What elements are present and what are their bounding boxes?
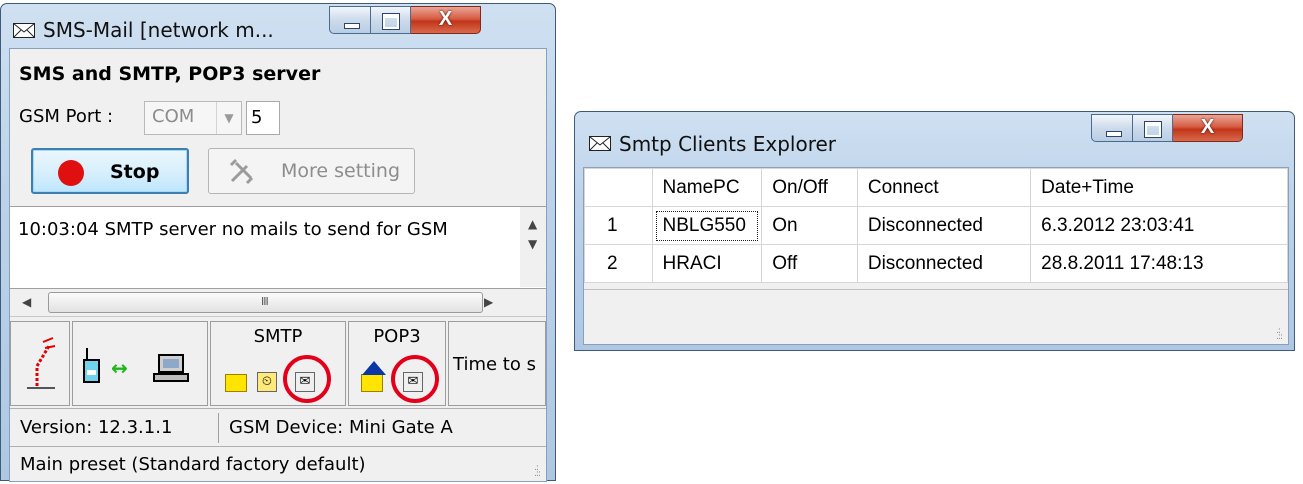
table-header-row: NamePC On/Off Connect Date+Time	[584, 168, 1288, 207]
scroll-up-icon[interactable]: ▲	[528, 217, 537, 231]
horizontal-scrollbar[interactable]: ◀ III ▶	[10, 289, 546, 317]
minimize-button[interactable]	[1091, 114, 1133, 142]
log-box[interactable]: 10:03:04 SMTP server no mails to send fo…	[10, 206, 546, 289]
gsm-port-label: GSM Port :	[19, 106, 114, 127]
red-circle-highlight	[283, 355, 331, 403]
link-arrows-icon: ↔	[111, 356, 128, 380]
more-setting-label: More setting	[281, 160, 401, 182]
maximize-button[interactable]	[371, 6, 411, 34]
cell-namepc[interactable]: HRACI	[651, 244, 763, 283]
close-button[interactable]: X	[411, 6, 481, 34]
close-icon: X	[1200, 116, 1215, 138]
main-panel: SMS and SMTP, POP3 server GSM Port : COM…	[9, 48, 547, 482]
folder-icon	[225, 374, 247, 392]
port-type-select[interactable]: COM ▼	[144, 101, 242, 135]
sms-mail-window: SMS-Mail [network m... X SMS and SMTP, P…	[0, 3, 556, 482]
cell-namepc[interactable]: NBLG550	[651, 206, 763, 245]
cell-datetime[interactable]: 6.3.2012 23:03:41	[1030, 206, 1288, 245]
scroll-down-icon[interactable]: ▼	[528, 237, 537, 251]
stop-button[interactable]: Stop	[31, 148, 189, 194]
scroll-left-icon[interactable]: ◀	[22, 295, 31, 309]
cell-connect[interactable]: Disconnected	[856, 244, 1032, 283]
server-heading: SMS and SMTP, POP3 server	[19, 63, 321, 85]
antenna-icon	[27, 337, 56, 389]
status-bar-preset: Main preset (Standard factory default) .…	[10, 446, 546, 481]
window-title: SMS-Mail [network m...	[43, 18, 274, 42]
row-index[interactable]: 2	[584, 244, 653, 283]
time-to-send-label: Time to s	[453, 354, 536, 375]
scroll-thumb[interactable]: III	[48, 292, 483, 313]
corner-cell	[584, 168, 653, 207]
size-grip-icon[interactable]: .:.::	[534, 464, 541, 479]
port-type-value: COM	[152, 106, 195, 127]
gsm-device-label: GSM Device: Mini Gate A	[229, 417, 453, 438]
column-header-datetime[interactable]: Date+Time	[1030, 168, 1288, 207]
smtp-panel: SMTP ⏲ ✉	[210, 321, 346, 406]
computer-icon	[153, 354, 189, 382]
folder-icon	[361, 374, 383, 392]
signal-panel	[10, 321, 70, 406]
port-number-field[interactable]: 5	[246, 101, 280, 135]
row-index[interactable]: 1	[584, 206, 653, 245]
status-separator	[218, 413, 219, 443]
pop3-panel-title: POP3	[373, 326, 421, 347]
clock-icon: ⏲	[257, 372, 277, 392]
clients-grid-panel: NamePC On/Off Connect Date+Time 1 NBLG55…	[583, 167, 1289, 345]
log-line: 10:03:04 SMTP server no mails to send fo…	[18, 219, 448, 240]
red-circle-highlight	[391, 355, 439, 403]
title-bar[interactable]: SMS-Mail [network m... X	[1, 4, 555, 50]
time-panel: Time to s	[448, 321, 546, 406]
smtp-clients-window: Smtp Clients Explorer X NamePC On/Off Co…	[574, 111, 1295, 351]
preset-label: Main preset (Standard factory default)	[20, 454, 366, 475]
chevron-down-icon: ▼	[216, 102, 241, 134]
close-button[interactable]: X	[1173, 114, 1243, 142]
cell-onoff[interactable]: On	[761, 206, 858, 245]
smtp-panel-title: SMTP	[253, 326, 303, 347]
table-row[interactable]: 2 HRACI Off Disconnected 28.8.2011 17:48…	[584, 244, 1288, 283]
close-icon: X	[438, 8, 453, 30]
phone-icon	[83, 348, 100, 383]
connection-panel: ↔	[72, 321, 208, 406]
column-header-namepc[interactable]: NamePC	[651, 168, 763, 207]
envelope-icon	[13, 23, 35, 38]
minimize-button[interactable]	[329, 6, 371, 34]
tools-icon	[229, 158, 254, 185]
pop3-panel: POP3 ✉	[348, 321, 446, 406]
grid-divider	[584, 289, 1288, 290]
more-setting-button[interactable]: More setting	[208, 148, 415, 194]
cell-connect[interactable]: Disconnected	[856, 206, 1032, 245]
size-grip-icon[interactable]: .:.::	[1276, 327, 1283, 342]
window-title: Smtp Clients Explorer	[619, 132, 837, 156]
maximize-button[interactable]	[1133, 114, 1173, 142]
table-row[interactable]: 1 NBLG550 On Disconnected 6.3.2012 23:03…	[584, 206, 1288, 245]
scroll-grip: III	[261, 295, 269, 308]
stop-button-label: Stop	[110, 161, 160, 183]
cell-datetime[interactable]: 28.8.2011 17:48:13	[1030, 244, 1288, 283]
version-label: Version: 12.3.1.1	[20, 417, 173, 438]
vertical-scrollbar[interactable]: ▲ ▼	[520, 207, 546, 287]
stop-icon	[58, 160, 84, 186]
scroll-right-icon[interactable]: ▶	[484, 295, 493, 309]
status-bar-version: Version: 12.3.1.1 GSM Device: Mini Gate …	[10, 408, 546, 446]
title-bar[interactable]: Smtp Clients Explorer X	[575, 112, 1294, 158]
column-header-onoff[interactable]: On/Off	[761, 168, 858, 207]
home-icon	[362, 361, 386, 375]
envelope-icon	[589, 136, 611, 151]
cell-onoff[interactable]: Off	[761, 244, 858, 283]
clients-table: NamePC On/Off Connect Date+Time 1 NBLG55…	[584, 168, 1288, 283]
column-header-connect[interactable]: Connect	[856, 168, 1032, 207]
